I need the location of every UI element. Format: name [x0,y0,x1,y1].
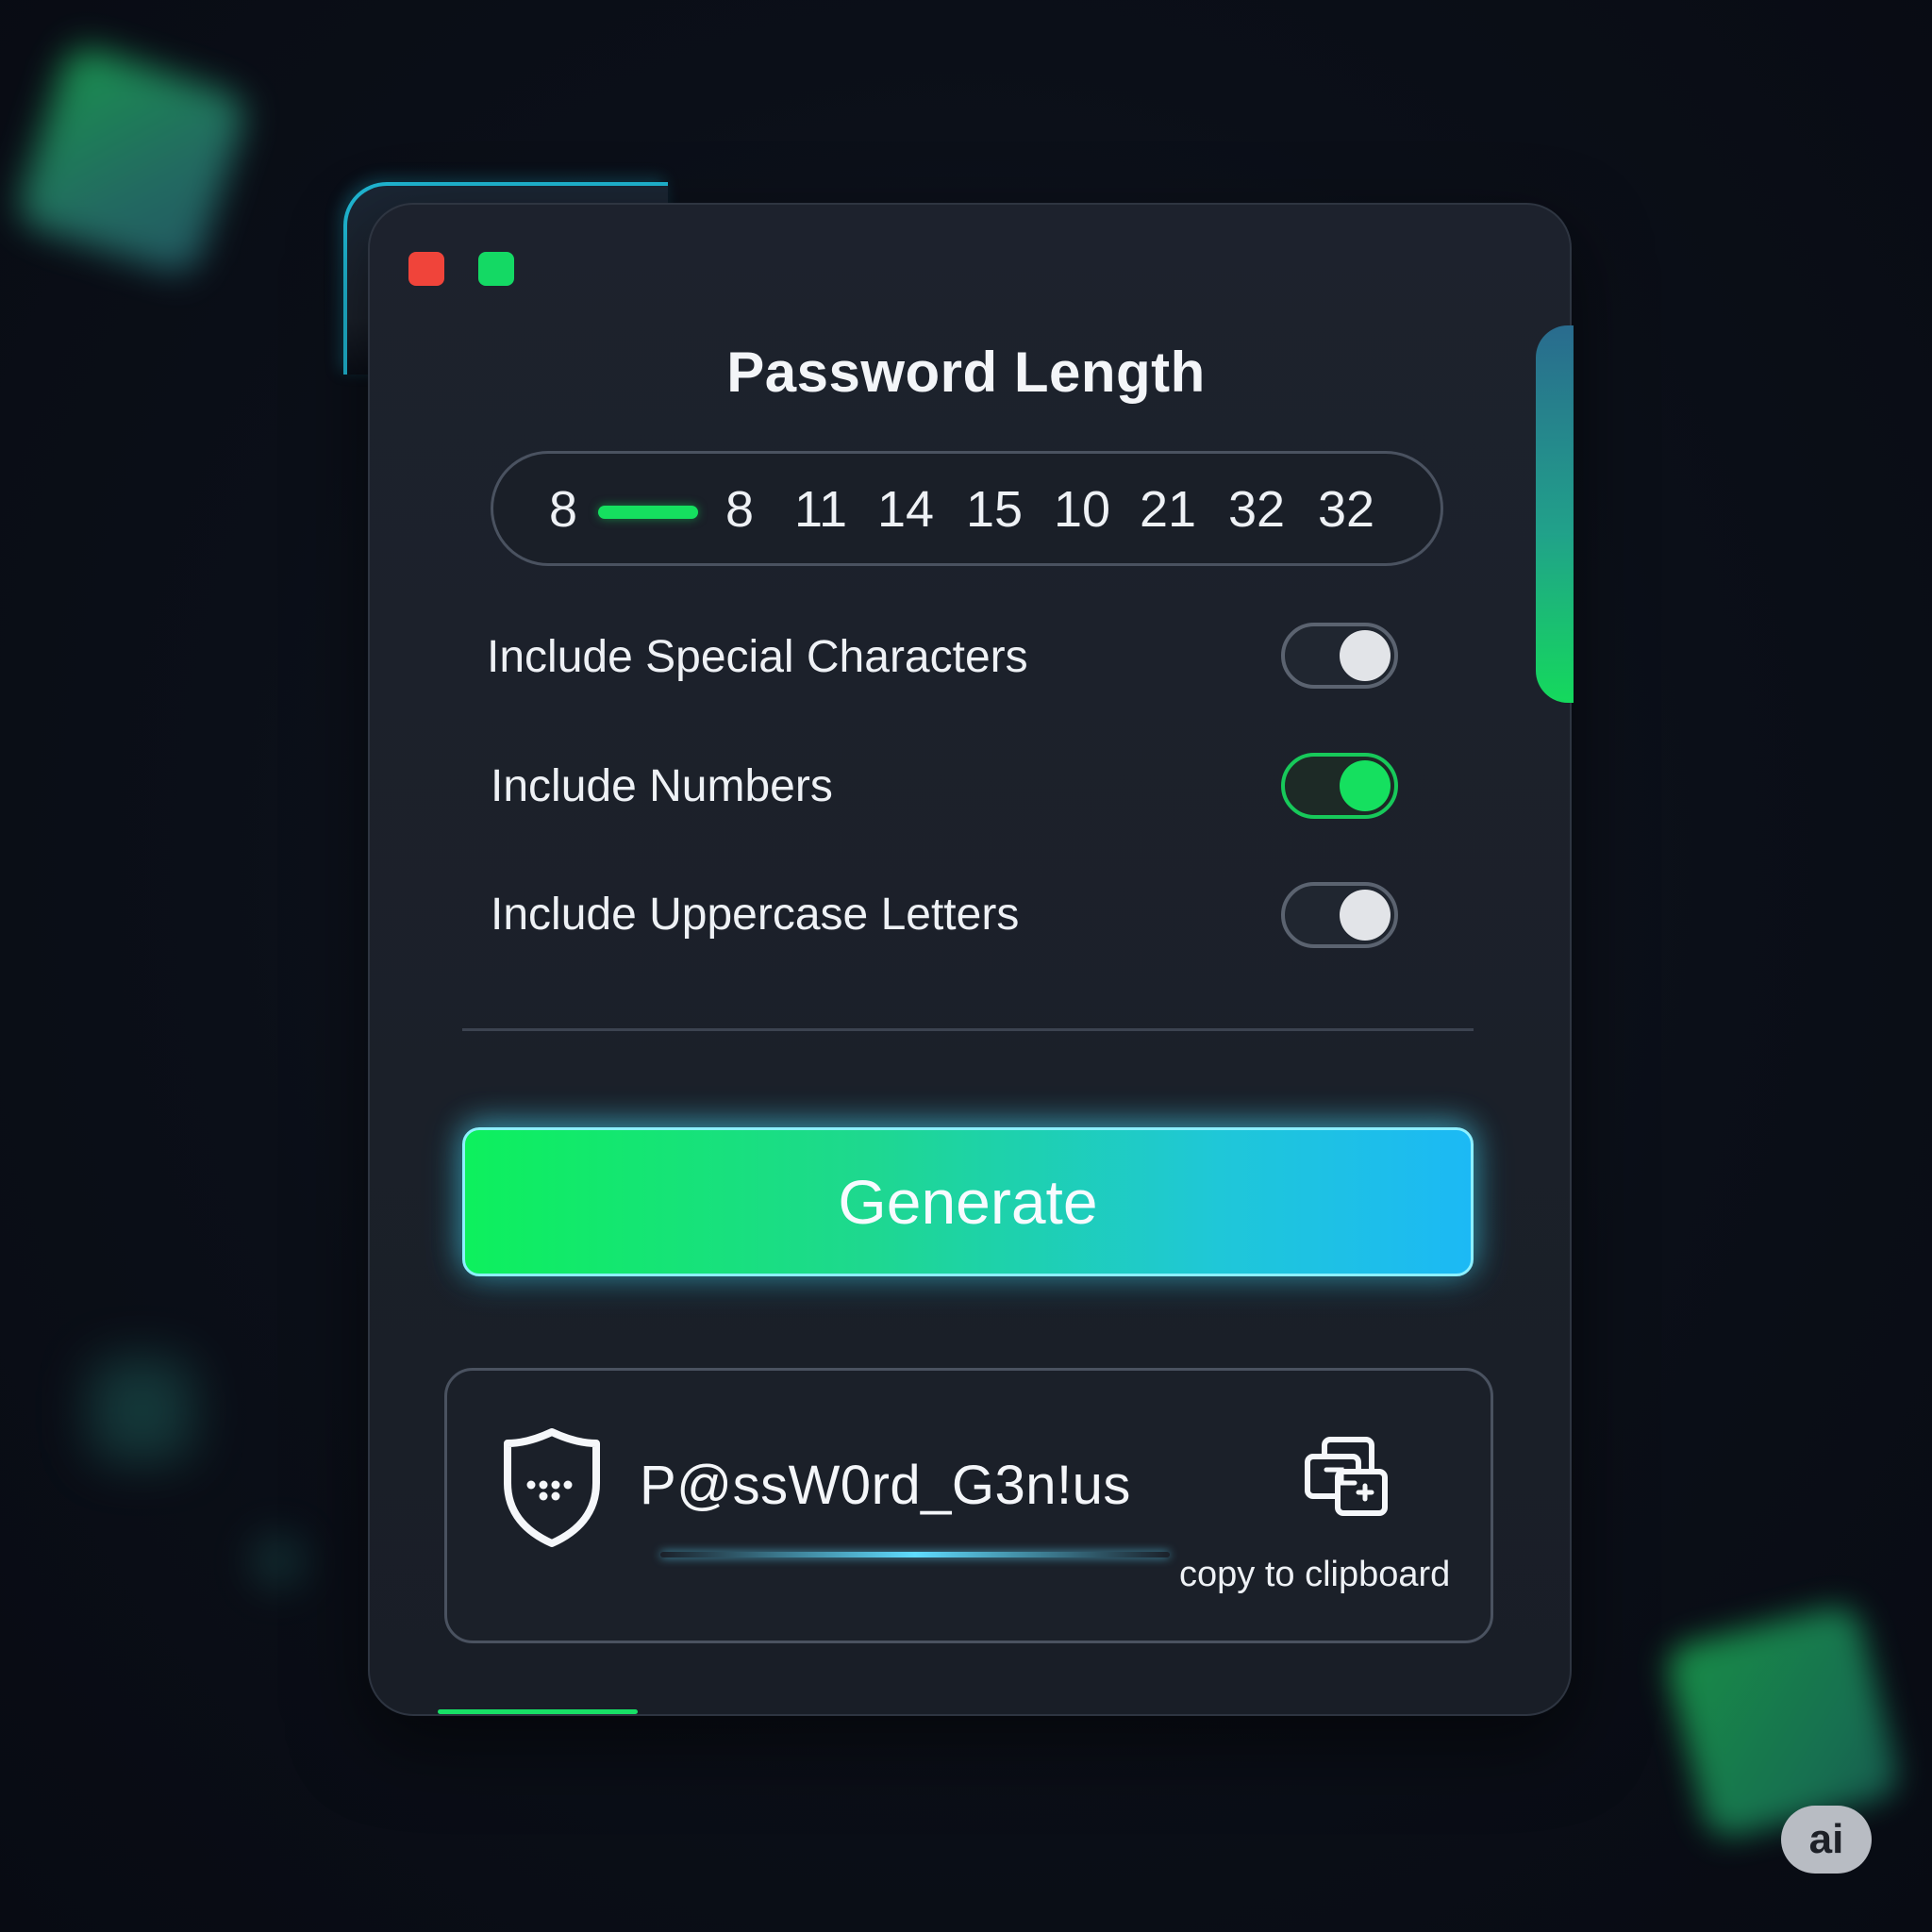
app-stage: Password Length 8 8 11 14 15 10 21 32 32… [0,0,1932,1932]
length-slider-thumb[interactable] [598,506,698,519]
length-min-label: 8 [549,481,578,538]
decorative-blob [250,1533,307,1590]
length-option[interactable]: 14 [877,479,934,540]
window-maximize-button[interactable] [478,252,514,286]
shield-icon [504,1428,600,1547]
length-option[interactable]: 15 [966,479,1023,540]
toggle-special-characters[interactable] [1281,623,1398,689]
decorative-blob [12,41,252,280]
length-option[interactable]: 32 [1318,479,1374,540]
option-label-numbers: Include Numbers [491,761,833,811]
decorative-blob [90,1358,193,1462]
length-option[interactable]: 10 [1054,479,1110,540]
toggle-knob [1340,630,1391,681]
toggle-knob [1340,760,1391,811]
option-label-uppercase: Include Uppercase Letters [491,890,1020,940]
length-option[interactable]: 21 [1140,479,1196,540]
password-underline-glow [660,1552,1170,1557]
decorative-blob [1662,1601,1904,1842]
toggle-numbers[interactable] [1281,753,1398,819]
copy-icon[interactable] [1304,1436,1391,1517]
length-option[interactable]: 32 [1228,479,1285,540]
toggle-uppercase[interactable] [1281,882,1398,948]
length-option[interactable]: 8 [725,479,754,540]
panel-bottom-accent [438,1709,638,1714]
generate-button[interactable]: Generate [462,1127,1474,1276]
length-option[interactable]: 11 [794,479,847,540]
page-title: Password Length [726,341,1206,404]
divider [462,1028,1474,1031]
generated-password: P@ssW0rd_G3n!us [640,1455,1131,1516]
option-label-special-characters: Include Special Characters [487,632,1028,682]
copy-to-clipboard-link[interactable]: copy to clipboard [1179,1552,1450,1597]
toggle-knob [1340,890,1391,941]
window-close-button[interactable] [408,252,444,286]
ai-badge: ai [1781,1806,1872,1874]
